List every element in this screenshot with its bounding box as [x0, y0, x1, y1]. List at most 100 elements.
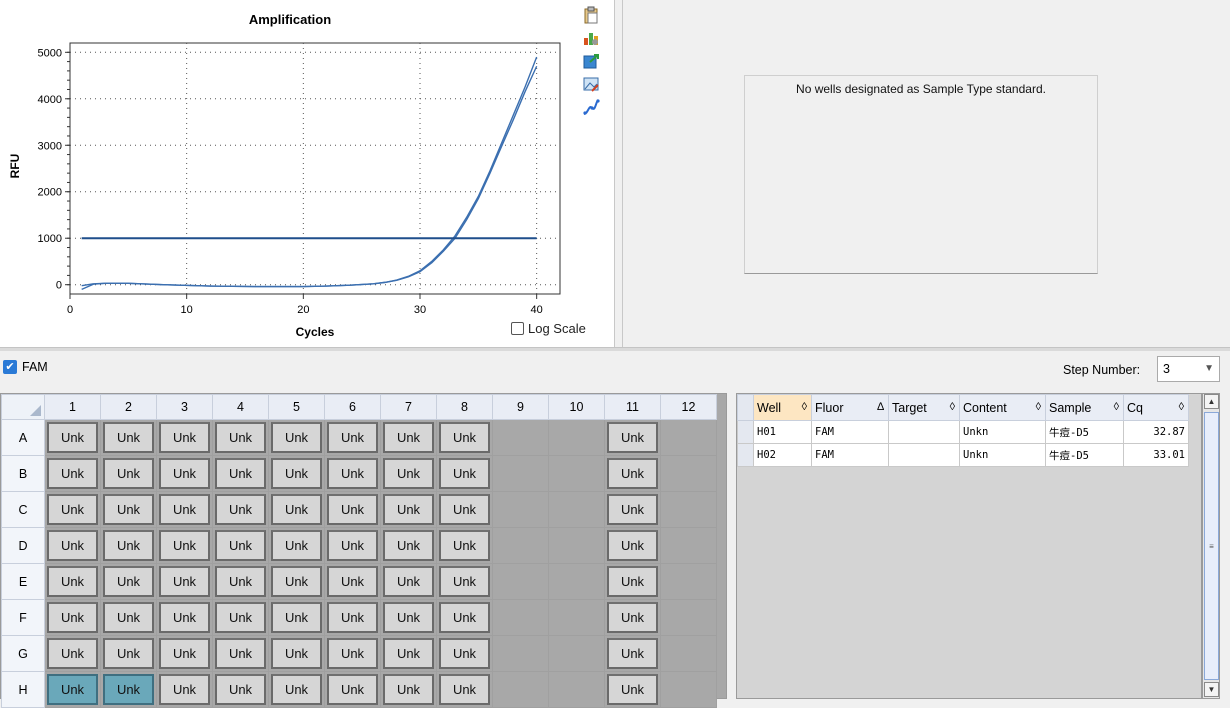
empty-well[interactable] — [548, 419, 605, 456]
plate-cell[interactable]: Unk — [44, 491, 101, 528]
plate-cell[interactable]: Unk — [380, 563, 437, 600]
plate-cell[interactable]: Unk — [380, 635, 437, 672]
plate-cell[interactable]: Unk — [212, 563, 269, 600]
scroll-up-icon[interactable]: ▲ — [1204, 394, 1219, 409]
well-f6[interactable]: Unk — [327, 602, 378, 633]
plate-cell[interactable]: Unk — [100, 635, 157, 672]
well-h3[interactable]: Unk — [159, 674, 210, 705]
plate-cell[interactable]: Unk — [268, 419, 325, 456]
plate-cell[interactable]: Unk — [380, 671, 437, 708]
plate-cell[interactable]: Unk — [268, 563, 325, 600]
plate-cell[interactable]: Unk — [380, 419, 437, 456]
well-b4[interactable]: Unk — [215, 458, 266, 489]
well-d3[interactable]: Unk — [159, 530, 210, 561]
well-b11[interactable]: Unk — [607, 458, 658, 489]
well-a3[interactable]: Unk — [159, 422, 210, 453]
step-number-select[interactable]: 3 ▼ — [1157, 356, 1220, 382]
plate-cell[interactable]: Unk — [604, 563, 661, 600]
well-c11[interactable]: Unk — [607, 494, 658, 525]
well-a11[interactable]: Unk — [607, 422, 658, 453]
empty-well[interactable] — [492, 599, 549, 636]
well-a7[interactable]: Unk — [383, 422, 434, 453]
col-header-sample[interactable]: Sample ◊ — [1045, 394, 1124, 421]
well-a8[interactable]: Unk — [439, 422, 490, 453]
plate-cell[interactable]: Unk — [268, 527, 325, 564]
empty-well[interactable] — [660, 563, 717, 600]
plate-cell[interactable]: Unk — [380, 491, 437, 528]
well-b6[interactable]: Unk — [327, 458, 378, 489]
empty-well[interactable] — [660, 671, 717, 708]
cell-cq[interactable]: 32.87 — [1123, 420, 1189, 444]
plate-col-header[interactable]: 11 — [604, 394, 661, 420]
plate-cell[interactable]: Unk — [212, 599, 269, 636]
well-a1[interactable]: Unk — [47, 422, 98, 453]
col-header-fluor[interactable]: Fluor ∆ — [811, 394, 889, 421]
well-f7[interactable]: Unk — [383, 602, 434, 633]
plate-col-header[interactable]: 8 — [436, 394, 493, 420]
plate-cell[interactable]: Unk — [604, 635, 661, 672]
cell-fluor[interactable]: FAM — [811, 443, 889, 467]
empty-well[interactable] — [660, 491, 717, 528]
cell-sample[interactable]: 牛痘-D5 — [1045, 443, 1124, 467]
plate-cell[interactable]: Unk — [100, 491, 157, 528]
plate-row-header[interactable]: B — [1, 455, 45, 492]
plate-cell[interactable]: Unk — [212, 527, 269, 564]
well-a2[interactable]: Unk — [103, 422, 154, 453]
well-f4[interactable]: Unk — [215, 602, 266, 633]
well-g6[interactable]: Unk — [327, 638, 378, 669]
well-h8[interactable]: Unk — [439, 674, 490, 705]
well-c3[interactable]: Unk — [159, 494, 210, 525]
cell-cq[interactable]: 33.01 — [1123, 443, 1189, 467]
well-g5[interactable]: Unk — [271, 638, 322, 669]
plate-cell[interactable]: Unk — [268, 635, 325, 672]
chart-settings-icon[interactable] — [580, 27, 602, 49]
plate-cell[interactable]: Unk — [436, 671, 493, 708]
check-icon[interactable]: ✔ — [3, 360, 17, 374]
empty-well[interactable] — [660, 527, 717, 564]
plate-row-header[interactable]: F — [1, 599, 45, 636]
empty-well[interactable] — [492, 671, 549, 708]
plate-cell[interactable]: Unk — [436, 491, 493, 528]
well-e7[interactable]: Unk — [383, 566, 434, 597]
well-d8[interactable]: Unk — [439, 530, 490, 561]
well-h11[interactable]: Unk — [607, 674, 658, 705]
table-row[interactable]: H01 FAM Unkn 牛痘-D5 32.87 — [737, 420, 1189, 444]
scrollbar-thumb[interactable]: ≡ — [1204, 412, 1219, 680]
results-scrollbar[interactable]: ▲ ≡ ▼ — [1202, 393, 1220, 699]
sort-icon[interactable]: ◊ — [1179, 401, 1184, 413]
empty-well[interactable] — [492, 455, 549, 492]
plate-cell[interactable]: Unk — [100, 563, 157, 600]
well-d4[interactable]: Unk — [215, 530, 266, 561]
well-a6[interactable]: Unk — [327, 422, 378, 453]
well-g8[interactable]: Unk — [439, 638, 490, 669]
plate-row-header[interactable]: C — [1, 491, 45, 528]
plate-row-header[interactable]: E — [1, 563, 45, 600]
plate-cell[interactable]: Unk — [604, 491, 661, 528]
plate-cell[interactable]: Unk — [324, 563, 381, 600]
cell-target[interactable] — [888, 443, 960, 467]
plate-row-header[interactable]: G — [1, 635, 45, 672]
plate-cell[interactable]: Unk — [604, 419, 661, 456]
table-row[interactable]: H02 FAM Unkn 牛痘-D5 33.01 — [737, 443, 1189, 467]
well-c7[interactable]: Unk — [383, 494, 434, 525]
empty-well[interactable] — [492, 419, 549, 456]
empty-well[interactable] — [660, 635, 717, 672]
well-e2[interactable]: Unk — [103, 566, 154, 597]
empty-well[interactable] — [660, 455, 717, 492]
empty-well[interactable] — [548, 671, 605, 708]
well-d5[interactable]: Unk — [271, 530, 322, 561]
well-f11[interactable]: Unk — [607, 602, 658, 633]
col-header-well[interactable]: Well ◊ — [753, 394, 812, 421]
row-selector[interactable] — [737, 443, 754, 467]
well-d2[interactable]: Unk — [103, 530, 154, 561]
plate-cell[interactable]: Unk — [436, 455, 493, 492]
well-e8[interactable]: Unk — [439, 566, 490, 597]
plate-col-header[interactable]: 5 — [268, 394, 325, 420]
well-g11[interactable]: Unk — [607, 638, 658, 669]
plate-cell[interactable]: Unk — [44, 455, 101, 492]
cell-content[interactable]: Unkn — [959, 443, 1046, 467]
plate-cell[interactable]: Unk — [100, 599, 157, 636]
fam-checkbox[interactable]: ✔ FAM — [3, 360, 48, 374]
well-g2[interactable]: Unk — [103, 638, 154, 669]
plate-col-header[interactable]: 10 — [548, 394, 605, 420]
